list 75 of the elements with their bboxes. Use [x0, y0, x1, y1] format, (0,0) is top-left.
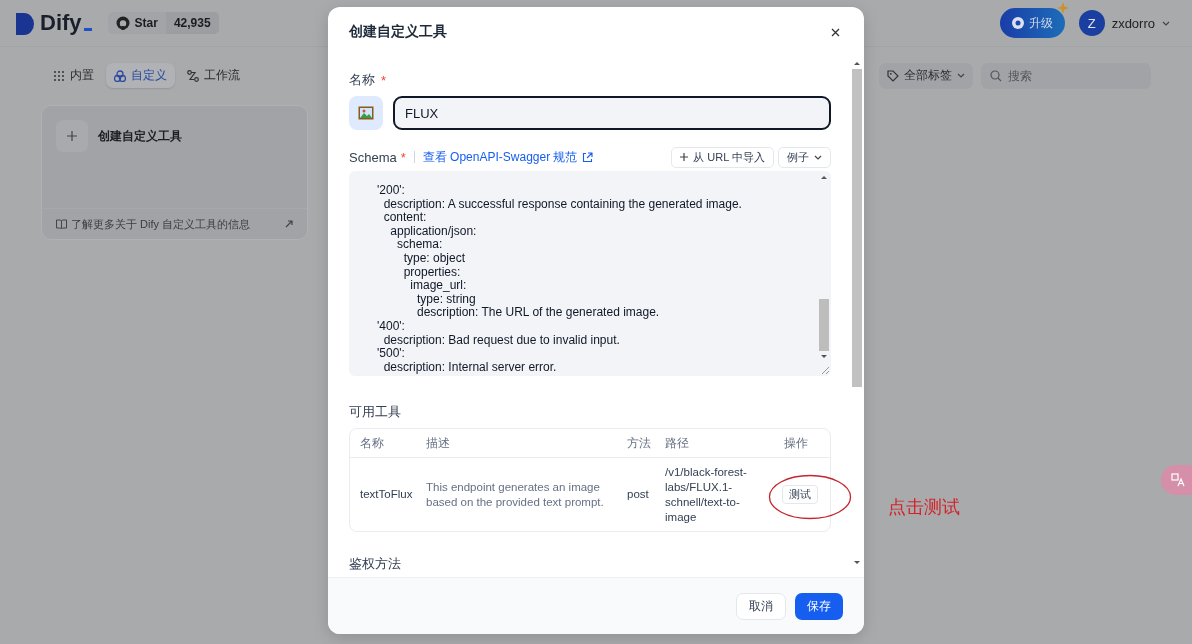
- picture-icon: [358, 106, 374, 120]
- circles-icon: [114, 69, 126, 82]
- column-header: 路径: [664, 435, 690, 451]
- section-heading: 可用工具: [349, 403, 402, 421]
- create-tool-card[interactable]: 创建自定义工具 了解更多关于 Dify 自定义工具的信息: [41, 105, 308, 240]
- table-cell-text: /v1/black-forest-labs/FLUX.1-schnell/text-to-image: [664, 464, 748, 525]
- column-header: 名称: [359, 435, 385, 451]
- import-url-button[interactable]: 从 URL 中导入: [671, 146, 774, 168]
- card-title: 创建自定义工具: [98, 128, 182, 145]
- required-mark: *: [400, 149, 406, 165]
- user-menu[interactable]: Z zxdorro: [1078, 10, 1170, 36]
- column-header: 操作: [783, 435, 809, 451]
- code-line: description: Bad request due to invalid input.: [382, 333, 620, 348]
- code-line: '500':: [377, 347, 405, 361]
- name-input[interactable]: FLUX: [393, 96, 831, 130]
- external-link-icon: [581, 151, 593, 163]
- field-label: Schema: [349, 149, 397, 165]
- caret-icon: [1162, 20, 1170, 26]
- code-line: content:: [382, 211, 427, 225]
- code-line: properties:: [402, 265, 461, 280]
- github-star-button[interactable]: Star 42,935: [107, 12, 219, 34]
- grid-icon: [53, 69, 65, 82]
- resize-handle-icon: [821, 366, 829, 374]
- compass-icon: [1011, 17, 1024, 29]
- code-line: schema:: [397, 238, 443, 252]
- caret-icon: [814, 154, 822, 160]
- section-heading: 鉴权方法: [349, 555, 402, 573]
- translate-icon: [1171, 473, 1185, 487]
- cancel-button[interactable]: 取消: [736, 592, 786, 620]
- tag-icon: [887, 69, 899, 82]
- tab[interactable]: 工作流: [179, 63, 248, 88]
- github-icon: [115, 16, 130, 30]
- tool-icon-button[interactable]: [349, 96, 383, 130]
- table-cell-text: post: [626, 487, 650, 502]
- caret-icon: [957, 73, 965, 78]
- code-line: description: The URL of the generated image.: [416, 306, 660, 320]
- code-line: type: object: [402, 251, 466, 266]
- logo-text: Dify: [40, 11, 82, 35]
- table-cell-text: textToFlux: [359, 487, 414, 502]
- arrow-icon: [285, 220, 293, 228]
- tab[interactable]: 自定义: [106, 63, 175, 88]
- avatar: Z: [1078, 10, 1105, 36]
- dialog-title: 创建自定义工具: [349, 23, 447, 41]
- plus-icon: [680, 153, 689, 161]
- code-line: description: A successful response containing the generated image.: [382, 197, 742, 212]
- table-cell-text: This endpoint generates an image based on the provided text prompt.: [425, 479, 605, 510]
- column-header: 描述: [425, 435, 451, 451]
- code-line: '400':: [377, 319, 405, 334]
- plus-icon: [67, 131, 77, 141]
- save-button[interactable]: 保存: [795, 592, 843, 620]
- upgrade-button[interactable]: 升级: [999, 8, 1065, 38]
- field-label: 名称: [349, 71, 375, 89]
- tag-filter[interactable]: 全部标签: [879, 62, 973, 89]
- example-dropdown[interactable]: 例子: [778, 146, 831, 168]
- spec-link[interactable]: 查看 OpenAPI-Swagger 规范: [422, 148, 593, 166]
- underscore-mark: [83, 28, 92, 31]
- required-mark: *: [381, 72, 387, 88]
- sparkle-icon: [1056, 2, 1069, 14]
- code-line: type: string: [417, 292, 476, 307]
- column-header: 方法: [626, 435, 652, 451]
- code-editor[interactable]: [349, 171, 831, 376]
- learn-more-link[interactable]: 了解更多关于 Dify 自定义工具的信息: [71, 216, 251, 232]
- tab[interactable]: 内置: [45, 63, 102, 88]
- code-line: application/json:: [389, 224, 477, 239]
- code-line: image_url:: [410, 279, 467, 293]
- logo-icon: [16, 13, 34, 35]
- book-icon: [56, 219, 67, 229]
- close-icon: [831, 27, 840, 37]
- user-name: zxdorro: [1111, 15, 1155, 31]
- code-line: '200':: [377, 184, 405, 198]
- search-field[interactable]: 搜索: [981, 62, 1151, 89]
- code-line: description: Internal server error.: [382, 360, 557, 375]
- workflow-icon: [187, 69, 199, 82]
- annotation-text: 点击测试: [888, 496, 960, 519]
- test-button[interactable]: 测试: [782, 485, 818, 504]
